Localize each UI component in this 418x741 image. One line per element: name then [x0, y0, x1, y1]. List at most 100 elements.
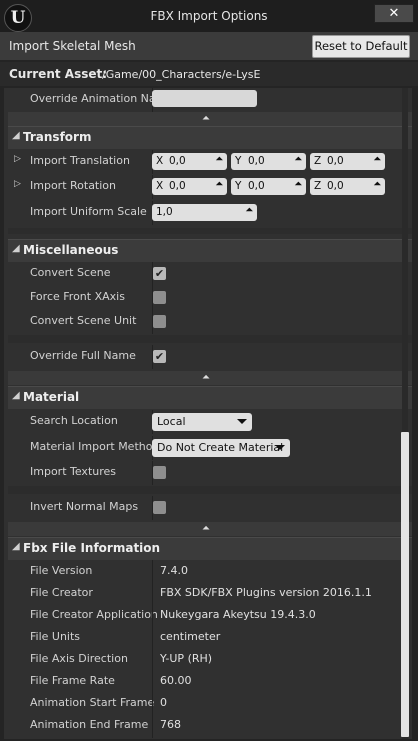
convert-scene-checkbox[interactable]: ✔	[153, 267, 166, 280]
rotation-y-field[interactable]: Y 0,0	[231, 178, 306, 195]
fbx-info-row: File Creator FBX SDK/FBX Plugins version…	[8, 582, 412, 606]
file-creator-application-value: Nukeygara Akeytsu 19.4.3.0	[160, 608, 316, 621]
section-spacer	[8, 228, 412, 234]
drag-spin-icon[interactable]	[215, 181, 223, 189]
uniform-scale-field[interactable]: 1,0	[152, 204, 257, 221]
axis-z-label: Z	[314, 155, 322, 167]
column-divider	[152, 692, 153, 716]
force-front-xaxis-checkbox[interactable]	[153, 291, 166, 304]
convert-scene-unit-checkbox[interactable]	[153, 315, 166, 328]
drag-spin-icon[interactable]	[373, 156, 381, 164]
column-divider	[152, 582, 153, 606]
override-animation-name-row: Override Animation Nam	[8, 88, 412, 112]
section-transform[interactable]: ◢ Transform	[8, 126, 412, 149]
translation-z-field[interactable]: Z 0,0	[310, 153, 385, 170]
section-miscellaneous[interactable]: ◢ Miscellaneous	[8, 239, 412, 262]
import-textures-checkbox[interactable]	[153, 466, 166, 479]
file-axis-direction-value: Y-UP (RH)	[160, 652, 213, 665]
drag-spin-icon[interactable]	[215, 156, 223, 164]
chevron-down-icon	[275, 445, 285, 450]
collapse-arrow-icon: ⏶	[202, 523, 210, 534]
file-frame-rate-label: File Frame Rate	[30, 674, 115, 687]
axis-x-label: X	[156, 180, 164, 192]
section-title-fbx-file-information: Fbx File Information	[23, 541, 161, 555]
rotation-z-field[interactable]: Z 0,0	[310, 178, 385, 195]
translation-z-value: 0,0	[327, 155, 344, 167]
rotation-z-value: 0,0	[327, 180, 344, 192]
column-divider	[152, 604, 153, 628]
drag-spin-icon[interactable]	[294, 181, 302, 189]
fbx-info-row: File Frame Rate 60.00	[8, 670, 412, 694]
rotation-x-field[interactable]: X 0,0	[152, 178, 227, 195]
axis-y-label: Y	[235, 180, 242, 192]
override-full-name-label: Override Full Name	[30, 349, 136, 362]
import-translation-label: Import Translation	[30, 154, 130, 167]
section-collapse-icon: ◢	[12, 243, 20, 254]
invert-normal-maps-label: Invert Normal Maps	[30, 500, 139, 513]
file-creator-value: FBX SDK/FBX Plugins version 2016.1.1	[160, 586, 372, 599]
column-divider	[152, 626, 153, 650]
expand-arrow-icon[interactable]: ▷	[14, 179, 21, 189]
import-uniform-scale-label: Import Uniform Scale	[30, 205, 147, 218]
reset-to-default-button[interactable]: Reset to Default	[312, 35, 410, 58]
import-uniform-scale-row: Import Uniform Scale 1,0	[8, 201, 412, 225]
rotation-x-value: 0,0	[169, 180, 186, 192]
file-version-label: File Version	[30, 564, 93, 577]
convert-scene-unit-row: Convert Scene Unit	[8, 310, 412, 334]
file-creator-application-label: File Creator Application	[30, 608, 158, 621]
search-location-value: Local	[157, 415, 186, 428]
file-creator-label: File Creator	[30, 586, 93, 599]
chevron-down-icon	[237, 419, 247, 424]
expand-arrow-icon[interactable]: ▷	[14, 154, 21, 164]
material-import-method-label: Material Import Method	[30, 440, 160, 453]
file-units-value: centimeter	[160, 630, 221, 643]
section-fbx-file-information[interactable]: ◢ Fbx File Information	[8, 537, 412, 560]
material-import-method-row: Material Import Method Do Not Create Mat…	[8, 436, 412, 460]
column-divider	[152, 670, 153, 694]
options-panel[interactable]: Override Animation Nam ⏶ ◢ Transform ▷ I…	[4, 88, 412, 739]
import-rotation-label: Import Rotation	[30, 179, 117, 192]
convert-scene-unit-label: Convert Scene Unit	[30, 314, 137, 327]
override-animation-name-label: Override Animation Nam	[30, 92, 167, 105]
convert-scene-label: Convert Scene	[30, 266, 111, 279]
animation-start-frame-value: 0	[160, 696, 167, 709]
section-title-material: Material	[23, 390, 80, 404]
invert-normal-maps-checkbox[interactable]	[153, 501, 166, 514]
material-import-method-dropdown[interactable]: Do Not Create Material	[152, 439, 290, 457]
fbx-info-row: File Version 7.4.0	[8, 560, 412, 584]
force-front-xaxis-label: Force Front XAxis	[30, 290, 125, 303]
translation-y-field[interactable]: Y 0,0	[231, 153, 306, 170]
invert-normal-maps-row: Invert Normal Maps	[8, 496, 412, 520]
import-textures-row: Import Textures	[8, 461, 412, 485]
search-location-dropdown[interactable]: Local	[152, 413, 252, 431]
collapse-arrow-icon: ⏶	[202, 372, 210, 383]
file-axis-direction-label: File Axis Direction	[30, 652, 128, 665]
collapse-arrow-icon: ⏶	[202, 113, 210, 124]
section-collapse-icon: ◢	[12, 130, 20, 141]
close-button[interactable]: ✕	[374, 4, 414, 23]
translation-x-field[interactable]: X 0,0	[152, 153, 227, 170]
section-material[interactable]: ◢ Material	[8, 386, 412, 409]
material-collapse-bar[interactable]: ⏶	[8, 522, 412, 536]
misc-collapse-bar[interactable]: ⏶	[8, 371, 412, 385]
axis-x-label: X	[156, 155, 164, 167]
animation-end-frame-label: Animation End Frame	[30, 718, 149, 731]
animation-collapse-bar[interactable]: ⏶	[8, 112, 412, 126]
current-asset-label: Current Asset:	[9, 67, 108, 81]
material-import-method-value: Do Not Create Material	[157, 441, 284, 454]
translation-x-value: 0,0	[169, 155, 186, 167]
file-units-label: File Units	[30, 630, 81, 643]
override-full-name-checkbox[interactable]: ✔	[153, 350, 166, 363]
drag-spin-icon[interactable]	[373, 181, 381, 189]
column-divider	[152, 648, 153, 672]
axis-y-label: Y	[235, 155, 242, 167]
fbx-info-row: File Creator Application Nukeygara Akeyt…	[8, 604, 412, 628]
fbx-info-row: File Units centimeter	[8, 626, 412, 650]
scrollbar-thumb[interactable]	[401, 432, 409, 737]
drag-spin-icon[interactable]	[294, 156, 302, 164]
file-version-value: 7.4.0	[160, 564, 188, 577]
drag-spin-icon[interactable]	[245, 207, 253, 215]
override-animation-name-input[interactable]	[152, 90, 257, 107]
import-textures-label: Import Textures	[30, 465, 117, 478]
section-title-transform: Transform	[23, 130, 92, 144]
